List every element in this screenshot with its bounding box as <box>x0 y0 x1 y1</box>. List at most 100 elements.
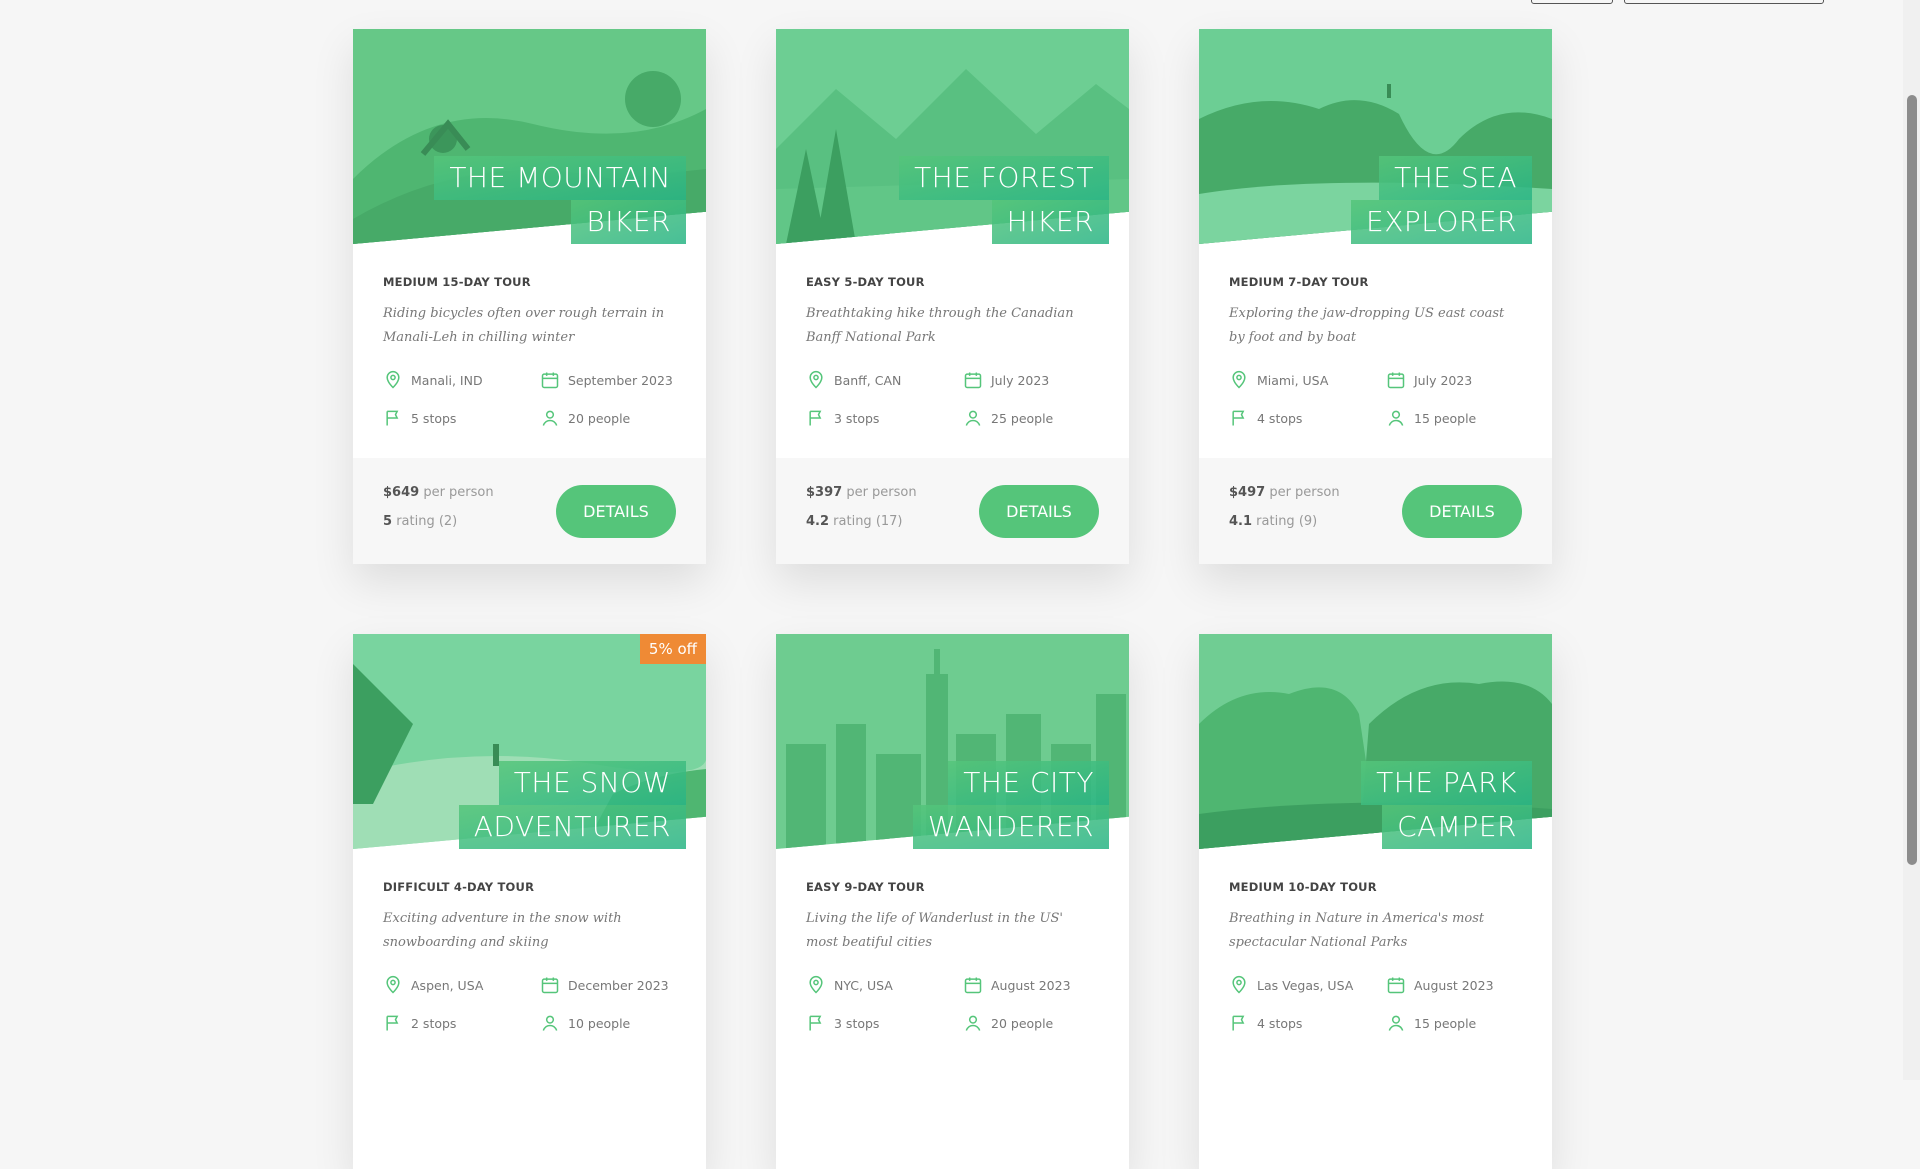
tour-title: THE PARK CAMPER <box>1361 761 1532 849</box>
tour-group-size-text: 15 people <box>1414 1015 1477 1031</box>
tour-location-text: NYC, USA <box>834 977 893 993</box>
tour-location: Banff, CAN <box>806 370 963 390</box>
tour-title-line-2: ADVENTURER <box>458 805 686 849</box>
tour-date: August 2023 <box>1386 975 1522 995</box>
tour-info-grid: Banff, CAN July 2023 3 stops 25 people <box>806 370 1099 428</box>
user-icon <box>1386 1013 1414 1033</box>
tour-title: THE SNOW ADVENTURER <box>458 761 686 849</box>
tour-date-text: August 2023 <box>1414 977 1494 993</box>
tour-stops-text: 3 stops <box>834 410 880 426</box>
tour-stops: 3 stops <box>806 1013 963 1033</box>
tour-info-grid: Aspen, USA December 2023 2 stops 10 peop… <box>383 975 676 1033</box>
card-header: THE FOREST HIKER <box>776 29 1129 244</box>
tour-difficulty-duration: EASY 9-DAY TOUR <box>806 880 925 894</box>
calendar-icon <box>963 370 991 390</box>
tour-stops: 4 stops <box>1229 408 1386 428</box>
tour-title-line-2: EXPLORER <box>1351 200 1532 244</box>
tour-description: Exciting adventure in the snow with snow… <box>383 911 622 950</box>
tour-title-line-1: THE MOUNTAIN <box>434 156 686 200</box>
tour-location-text: Las Vegas, USA <box>1257 977 1354 993</box>
tour-price-value: $397 <box>806 485 843 500</box>
top-nav-buttons <box>1531 0 1824 4</box>
tour-card: THE SNOW ADVENTURER 5% off DIFFICULT 4-D… <box>353 634 706 1169</box>
tour-rating-value: 4.2 <box>806 514 830 529</box>
flag-icon <box>383 408 411 428</box>
card-details: MEDIUM 10-DAY TOUR Breathing in Nature i… <box>1199 849 1552 1033</box>
tour-info-grid: Las Vegas, USA August 2023 4 stops 15 pe… <box>1229 975 1522 1033</box>
tour-title: THE MOUNTAIN BIKER <box>434 156 686 244</box>
tour-group-size-text: 15 people <box>1414 410 1477 426</box>
tour-title-line-1: THE SNOW <box>498 761 686 805</box>
tour-location: NYC, USA <box>806 975 963 995</box>
tour-stops: 4 stops <box>1229 1013 1386 1033</box>
tour-group-size: 15 people <box>1386 1013 1522 1033</box>
tour-location-text: Aspen, USA <box>411 977 484 993</box>
tour-stops: 5 stops <box>383 408 540 428</box>
tour-date-text: July 2023 <box>1414 372 1473 388</box>
tour-title-line-2: HIKER <box>991 200 1109 244</box>
scrollbar-thumb[interactable] <box>1907 95 1917 865</box>
tour-stops: 3 stops <box>806 408 963 428</box>
tour-stops-text: 2 stops <box>411 1015 457 1031</box>
tour-title-line-1: THE PARK <box>1361 761 1532 805</box>
card-footer: $397 per person 4.2 rating (17) DETAILS <box>776 458 1129 564</box>
tour-info-grid: Miami, USA July 2023 4 stops 15 people <box>1229 370 1522 428</box>
tour-date: July 2023 <box>963 370 1099 390</box>
tour-group-size: 20 people <box>540 408 676 428</box>
top-button-left[interactable] <box>1531 0 1613 4</box>
flag-icon <box>1229 408 1257 428</box>
tour-date: September 2023 <box>540 370 676 390</box>
tour-group-size: 15 people <box>1386 408 1522 428</box>
tour-description: Riding bicycles often over rough terrain… <box>383 306 665 345</box>
tour-group-size-text: 20 people <box>568 410 631 426</box>
map-pin-icon <box>1229 370 1257 390</box>
tour-description: Breathtaking hike through the Canadian B… <box>806 306 1074 345</box>
calendar-icon <box>963 975 991 995</box>
top-button-right[interactable] <box>1624 0 1824 4</box>
calendar-icon <box>1386 975 1414 995</box>
tour-date-text: December 2023 <box>568 977 669 993</box>
tour-rating-label: rating (9) <box>1256 514 1318 529</box>
tour-title-line-2: CAMPER <box>1382 805 1532 849</box>
card-details: EASY 9-DAY TOUR Living the life of Wande… <box>776 849 1129 1033</box>
tour-date-text: August 2023 <box>991 977 1071 993</box>
tour-group-size: 10 people <box>540 1013 676 1033</box>
tour-description: Living the life of Wanderlust in the US'… <box>806 911 1063 950</box>
tour-price-unit: per person <box>423 485 494 500</box>
tour-location-text: Banff, CAN <box>834 372 902 388</box>
user-icon <box>540 1013 568 1033</box>
tour-difficulty-duration: MEDIUM 10-DAY TOUR <box>1229 880 1377 894</box>
map-pin-icon <box>806 370 834 390</box>
tour-card: THE CITY WANDERER EASY 9-DAY TOUR Living… <box>776 634 1129 1169</box>
tour-price-value: $649 <box>383 485 420 500</box>
scrollbar[interactable] <box>1903 0 1920 1080</box>
tour-date-text: July 2023 <box>991 372 1050 388</box>
card-details: MEDIUM 7-DAY TOUR Exploring the jaw-drop… <box>1199 244 1552 428</box>
tour-card: THE FOREST HIKER EASY 5-DAY TOUR Breatht… <box>776 29 1129 564</box>
tour-card: THE SEA EXPLORER MEDIUM 7-DAY TOUR Explo… <box>1199 29 1552 564</box>
user-icon <box>1386 408 1414 428</box>
tour-rating-label: rating (2) <box>396 514 458 529</box>
tour-group-size-text: 20 people <box>991 1015 1054 1031</box>
flag-icon <box>383 1013 411 1033</box>
tour-stops: 2 stops <box>383 1013 540 1033</box>
tour-location: Las Vegas, USA <box>1229 975 1386 995</box>
tour-rating-value: 5 <box>383 514 393 529</box>
details-button[interactable]: DETAILS <box>979 485 1099 538</box>
card-details: DIFFICULT 4-DAY TOUR Exciting adventure … <box>353 849 706 1033</box>
tour-title-line-2: BIKER <box>571 200 686 244</box>
tour-group-size-text: 25 people <box>991 410 1054 426</box>
tour-title-line-1: THE SEA <box>1379 156 1532 200</box>
tour-card: THE PARK CAMPER MEDIUM 10-DAY TOUR Breat… <box>1199 634 1552 1169</box>
tour-price-value: $497 <box>1229 485 1266 500</box>
tour-rating-label: rating (17) <box>833 514 903 529</box>
details-button[interactable]: DETAILS <box>1402 485 1522 538</box>
tour-difficulty-duration: DIFFICULT 4-DAY TOUR <box>383 880 535 894</box>
details-button[interactable]: DETAILS <box>556 485 676 538</box>
tour-price-unit: per person <box>1269 485 1340 500</box>
card-header: THE PARK CAMPER <box>1199 634 1552 849</box>
flag-icon <box>1229 1013 1257 1033</box>
calendar-icon <box>540 370 568 390</box>
tour-stops-text: 4 stops <box>1257 410 1303 426</box>
tour-description: Exploring the jaw-dropping US east coast… <box>1229 306 1505 345</box>
